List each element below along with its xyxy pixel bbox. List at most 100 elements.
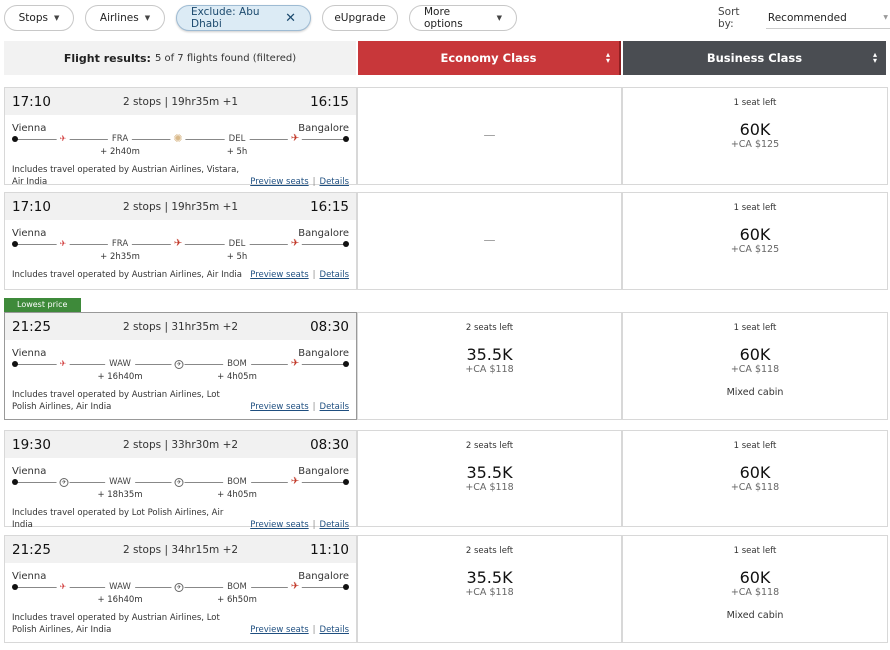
stops-filter-button[interactable]: Stops ▼ [4, 5, 74, 31]
more-options-button[interactable]: More options ▼ [409, 5, 517, 31]
destination-dot [343, 361, 349, 367]
layover-duration: + 16h40m [97, 372, 143, 382]
details-link[interactable]: Details [320, 625, 349, 635]
more-options-label: More options [424, 6, 463, 30]
layover-duration: + 2h40m [100, 147, 140, 157]
economy-unavailable: — [483, 128, 496, 143]
stop-airport-code: DEL [224, 239, 250, 249]
air-india-icon: ✈ [287, 476, 303, 488]
business-seats-left: 1 seat left [733, 323, 777, 333]
air-india-icon: ✈ [287, 358, 303, 370]
operating-carriers: Includes travel operated by Austrian Air… [12, 165, 240, 187]
origin-city: Vienna [12, 348, 47, 359]
airlines-filter-button[interactable]: Airlines ▼ [85, 5, 165, 31]
itinerary-footer: Includes travel operated by Austrian Air… [5, 164, 356, 193]
flight-itinerary[interactable]: 17:10 2 stops | 19hr35m +1 16:15 Vienna … [4, 192, 357, 290]
exclude-filter-chip[interactable]: Exclude: Abu Dhabi ✕ [176, 5, 311, 31]
destination-city: Bangalore [298, 571, 349, 582]
economy-unavailable: — [483, 233, 496, 248]
economy-fare-cell[interactable]: 2 seats left 35.5K +CA $118 [357, 535, 622, 643]
air-india-icon: ✈ [287, 133, 303, 145]
details-link[interactable]: Details [320, 177, 349, 187]
operating-carriers: Includes travel operated by Austrian Air… [12, 613, 220, 635]
business-fare-cell[interactable]: 1 seat left 60K +CA $118 [622, 430, 888, 527]
economy-fare-cell[interactable]: 2 seats left 35.5K +CA $118 [357, 312, 622, 420]
austrian-airlines-icon: ✈ [56, 581, 70, 593]
layover-duration: + 2h35m [100, 252, 140, 262]
stop-airport-code: FRA [107, 239, 133, 249]
preview-seats-link[interactable]: Preview seats [250, 520, 308, 530]
route-timeline: ✈ ✈ ✈ WAW + 16h40m BOM + 6h50m [12, 581, 349, 612]
lot-polish-airlines-icon: ✈ [171, 358, 185, 369]
flight-itinerary[interactable]: 19:30 2 stops | 33hr30m +2 08:30 Vienna … [4, 430, 357, 530]
details-link[interactable]: Details [320, 270, 349, 280]
stop-airport-code: BOM [223, 477, 251, 487]
arrival-time: 16:15 [310, 198, 349, 215]
details-link[interactable]: Details [320, 520, 349, 530]
destination-dot [343, 241, 349, 247]
preview-seats-link[interactable]: Preview seats [250, 177, 308, 187]
economy-class-header[interactable]: Economy Class ▴ ▾ [358, 41, 621, 75]
business-fare-cell[interactable]: 1 seat left 60K +CA $118 Mixed cabin [622, 312, 888, 420]
preview-seats-link[interactable]: Preview seats [250, 402, 308, 412]
stop-airport-code: DEL [224, 134, 250, 144]
business-points-price: 60K [739, 463, 771, 482]
stops-duration: 2 stops | 31hr35m +2 [122, 320, 239, 333]
results-label: Flight results: [63, 51, 151, 65]
stop-airport-code: BOM [223, 359, 251, 369]
business-class-header[interactable]: Business Class ▴ ▾ [623, 41, 886, 75]
air-india-icon: ✈ [170, 238, 186, 250]
economy-points-price: 35.5K [466, 568, 513, 587]
origin-dot [12, 361, 18, 367]
lowest-price-badge: Lowest price [4, 298, 81, 312]
economy-seats-left: 2 seats left [465, 441, 514, 451]
business-class-label: Business Class [706, 51, 803, 65]
sort-arrows-icon[interactable]: ▴ ▾ [873, 51, 877, 65]
origin-city: Vienna [12, 123, 47, 134]
link-separator: | [312, 402, 316, 412]
departure-time: 21:25 [12, 318, 51, 335]
link-separator: | [312, 520, 316, 530]
itinerary-footer: Includes travel operated by Austrian Air… [5, 612, 356, 641]
destination-city: Bangalore [298, 228, 349, 239]
economy-seats-left: 2 seats left [465, 546, 514, 556]
stop-airport-code: WAW [105, 477, 135, 487]
close-icon[interactable]: ✕ [285, 11, 296, 26]
preview-seats-link[interactable]: Preview seats [250, 625, 308, 635]
business-seats-left: 1 seat left [733, 441, 777, 451]
eupgrade-filter-button[interactable]: eUpgrade [322, 5, 398, 31]
sort-select[interactable]: Recommended ▼ [765, 7, 890, 29]
itinerary-header: 17:10 2 stops | 19hr35m +1 16:15 [5, 88, 356, 115]
business-fare-cell[interactable]: 1 seat left 60K +CA $125 [622, 87, 888, 185]
operating-carriers: Includes travel operated by Lot Polish A… [12, 508, 224, 530]
layover-duration: + 5h [226, 147, 248, 157]
origin-dot [12, 584, 18, 590]
stops-duration: 2 stops | 19hr35m +1 [122, 95, 239, 108]
economy-fare-cell[interactable]: 2 seats left 35.5K +CA $118 [357, 430, 622, 527]
flight-itinerary[interactable]: 17:10 2 stops | 19hr35m +1 16:15 Vienna … [4, 87, 357, 187]
details-link[interactable]: Details [320, 402, 349, 412]
layover-duration: + 4h05m [217, 490, 257, 500]
sort-arrows-icon[interactable]: ▴ ▾ [606, 51, 610, 65]
stops-label: Stops [18, 12, 48, 24]
origin-city: Vienna [12, 228, 47, 239]
arrival-time: 16:15 [310, 93, 349, 110]
business-taxes: +CA $118 [730, 587, 780, 598]
sort-control: Sort by: Recommended ▼ [718, 6, 890, 30]
austrian-airlines-icon: ✈ [56, 133, 70, 145]
destination-city: Bangalore [298, 348, 349, 359]
departure-time: 19:30 [12, 436, 51, 453]
business-fare-cell[interactable]: 1 seat left 60K +CA $125 [622, 192, 888, 290]
route-cities: Vienna Bangalore [5, 563, 356, 582]
stops-duration: 2 stops | 33hr30m +2 [122, 438, 239, 451]
flight-itinerary[interactable]: 21:25 2 stops | 31hr35m +2 08:30 Vienna … [4, 312, 357, 420]
preview-seats-link[interactable]: Preview seats [250, 270, 308, 280]
business-fare-cell[interactable]: 1 seat left 60K +CA $118 Mixed cabin [622, 535, 888, 643]
stop-airport-code: BOM [223, 582, 251, 592]
itinerary-footer: Includes travel operated by Lot Polish A… [5, 507, 356, 536]
economy-fare-cell: — [357, 87, 622, 185]
austrian-airlines-icon: ✈ [56, 238, 70, 250]
link-separator: | [312, 270, 316, 280]
flight-itinerary[interactable]: 21:25 2 stops | 34hr15m +2 11:10 Vienna … [4, 535, 357, 643]
origin-city: Vienna [12, 466, 47, 477]
